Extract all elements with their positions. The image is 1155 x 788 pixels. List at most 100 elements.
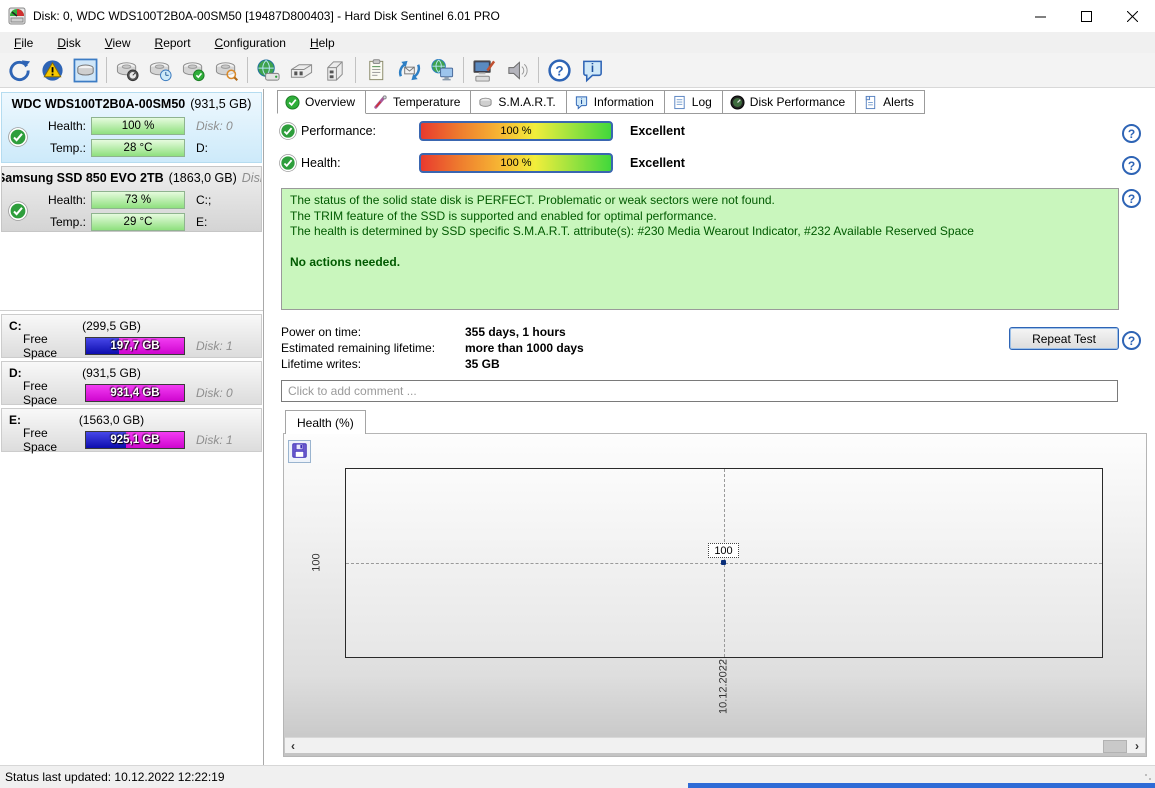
save-chart-button[interactable] <box>288 440 311 463</box>
remote-monitoring-icon[interactable] <box>427 55 458 85</box>
grade-bar: 100 % <box>419 121 613 141</box>
status-text: Status last updated: 10.12.2022 12:22:19 <box>5 770 225 784</box>
information-icon[interactable]: i <box>577 55 608 85</box>
comment-input[interactable] <box>281 380 1118 402</box>
data-point-label: 100 <box>708 543 739 558</box>
partition-list: C: (299,5 GB) Free Space 197,7 GB Disk: … <box>0 310 263 455</box>
status-row: Performance: 100 % Excellent <box>279 115 685 147</box>
help-icon[interactable]: ? <box>544 55 575 85</box>
tab-smart[interactable]: S.M.A.R.T. <box>471 90 567 114</box>
refresh-icon[interactable] <box>4 55 35 85</box>
tab-label: Disk Performance <box>749 95 846 109</box>
free-space-bar: 931,4 GB <box>85 384 185 402</box>
free-space-label: Free Space <box>23 379 58 407</box>
main-content: Overview Temperature S.M.A.R.T. i Inform… <box>265 88 1155 765</box>
tab-alerts[interactable]: Alerts <box>856 90 925 114</box>
disk-ok-icon <box>8 201 28 221</box>
disk-ok-icon <box>8 127 28 147</box>
report-icon[interactable] <box>361 55 392 85</box>
tab-temp-icon <box>373 94 388 110</box>
network-disk-icon[interactable] <box>253 55 284 85</box>
tab-overview[interactable]: Overview <box>277 90 367 114</box>
tab-temperature[interactable]: Temperature <box>366 90 472 114</box>
toolbar-separator <box>355 57 356 83</box>
disk-sidebar: WDC WDS100T2B0A-00SM50 (931,5 GB) Health… <box>0 89 264 765</box>
svg-text:i: i <box>591 62 594 74</box>
toolbar-separator <box>538 57 539 83</box>
menu-help[interactable]: Help <box>298 34 347 52</box>
tab-information[interactable]: i Information <box>566 90 665 114</box>
tab-label: S.M.A.R.T. <box>498 95 556 109</box>
ok-icon <box>279 122 297 140</box>
app-window: Disk: 0, WDC WDS100T2B0A-00SM50 [19487D8… <box>0 0 1155 788</box>
stat-row: Lifetime writes: 35 GB <box>281 357 500 371</box>
partition-item-d[interactable]: D: (931,5 GB) Free Space 931,4 GB Disk: … <box>1 361 262 407</box>
help-icon[interactable] <box>1122 189 1141 208</box>
maximize-icon[interactable] <box>1063 0 1109 32</box>
partition-item-c[interactable]: C: (299,5 GB) Free Space 197,7 GB Disk: … <box>1 314 262 360</box>
partition-disk-label: Disk: 1 <box>196 433 233 447</box>
scroll-right-icon[interactable]: › <box>1129 738 1145 753</box>
usb-disk-alt-icon[interactable] <box>319 55 350 85</box>
disk-schedule-icon[interactable] <box>145 55 176 85</box>
disk-surface-test-icon[interactable] <box>112 55 143 85</box>
usb-disk-icon[interactable] <box>286 55 317 85</box>
health-bar: 73 % <box>91 191 185 209</box>
repeat-test-button[interactable]: Repeat Test <box>1009 327 1119 350</box>
y-axis-tick: 100 <box>310 553 323 572</box>
disk-analyse-icon[interactable] <box>211 55 242 85</box>
status-row: Health: 100 % Excellent <box>279 147 685 179</box>
status-line: The health is determined by SSD specific… <box>290 224 974 238</box>
tab-log-icon <box>672 95 687 110</box>
tab-log[interactable]: Log <box>664 90 723 114</box>
disk-attr-row: Temp.: 29 °C E: <box>49 213 208 231</box>
tab-disk-performance[interactable]: Disk Performance <box>722 90 857 114</box>
partition-size: (1563,0 GB) <box>78 412 145 427</box>
partition-item-e[interactable]: E: (1563,0 GB) Free Space 925,1 GB Disk:… <box>1 408 262 454</box>
help-icon[interactable] <box>1122 156 1141 175</box>
detect-disks-icon[interactable] <box>70 55 101 85</box>
free-space-label: Free Space <box>23 426 58 454</box>
scroll-left-icon[interactable]: ‹ <box>285 738 301 753</box>
menu-report[interactable]: Report <box>143 34 203 52</box>
close-icon[interactable] <box>1109 0 1155 32</box>
sound-alerts-icon[interactable] <box>502 55 533 85</box>
send-mail-report-icon[interactable] <box>394 55 425 85</box>
menu-configuration[interactable]: Configuration <box>203 34 298 52</box>
disk-ok-icon[interactable] <box>178 55 209 85</box>
chart-scrollbar[interactable]: ‹ › <box>285 737 1145 753</box>
tab-label: Temperature <box>393 95 461 109</box>
menu-file[interactable]: File <box>2 34 45 52</box>
menu-bar: File Disk View Report Configuration Help <box>0 32 1155 53</box>
free-space-label: Free Space <box>23 332 58 360</box>
help-icon[interactable] <box>1122 331 1141 350</box>
disk-title: Samsung SSD 850 EVO 2TB (1863,0 GB) Disk <box>2 171 261 185</box>
toolbar-separator <box>247 57 248 83</box>
disk-item-0[interactable]: WDC WDS100T2B0A-00SM50 (931,5 GB) Health… <box>1 92 262 163</box>
disk-attr-row: Health: 100 % Disk: 0 <box>47 117 233 135</box>
tab-alert-icon <box>863 95 878 110</box>
tab-health-percent[interactable]: Health (%) <box>285 410 366 434</box>
menu-view[interactable]: View <box>93 34 143 52</box>
rating-text: Excellent <box>630 156 685 170</box>
health-bar: 100 % <box>91 117 185 135</box>
menu-disk[interactable]: Disk <box>45 34 92 52</box>
tab-smart-icon <box>478 95 493 110</box>
free-space-bar: 925,1 GB <box>85 431 185 449</box>
scrollbar-thumb[interactable] <box>1103 740 1127 753</box>
ok-icon <box>279 154 297 172</box>
status-line: The status of the solid state disk is PE… <box>290 193 775 207</box>
grade-bar: 100 % <box>419 153 613 173</box>
title-bar: Disk: 0, WDC WDS100T2B0A-00SM50 [19487D8… <box>0 0 1155 32</box>
resize-grip[interactable] <box>1144 773 1152 781</box>
partition-disk-label: Disk: 0 <box>196 386 233 400</box>
floppy-icon <box>291 442 308 462</box>
minimize-icon[interactable] <box>1017 0 1063 32</box>
disk-title: WDC WDS100T2B0A-00SM50 (931,5 GB) <box>11 97 252 111</box>
help-icon[interactable] <box>1122 124 1141 143</box>
status-warning-icon[interactable] <box>37 55 68 85</box>
disk-item-1[interactable]: Samsung SSD 850 EVO 2TB (1863,0 GB) Disk… <box>1 166 262 232</box>
tab-label: Alerts <box>883 95 914 109</box>
desktop-display-icon[interactable] <box>469 55 500 85</box>
disk-status-textbox: The status of the solid state disk is PE… <box>281 188 1119 310</box>
